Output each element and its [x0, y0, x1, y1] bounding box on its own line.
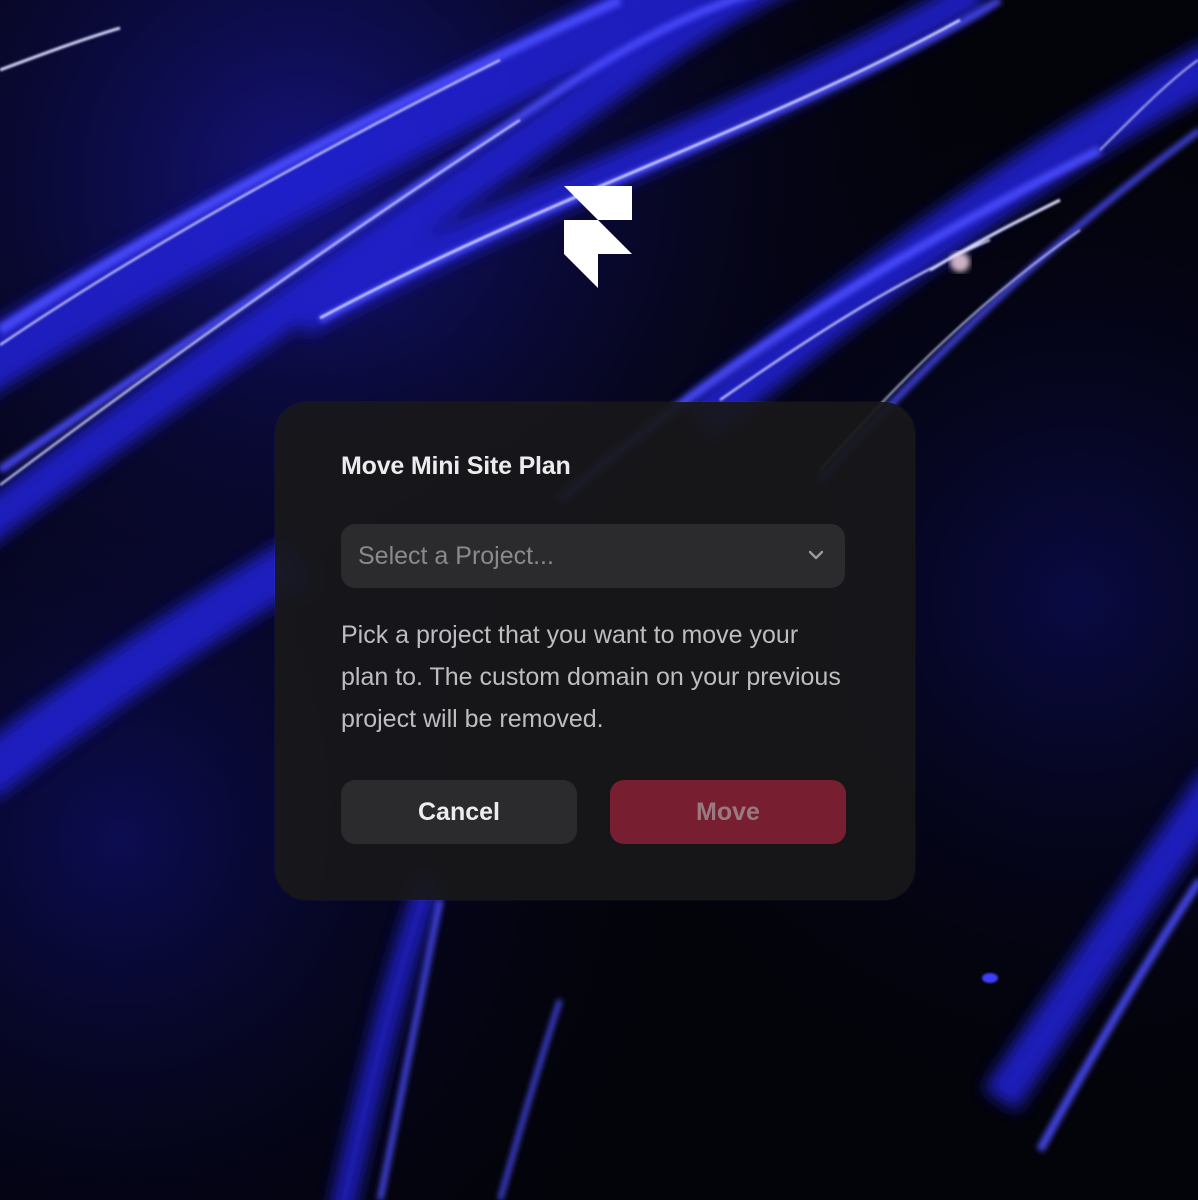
chevron-down-icon: [808, 550, 824, 560]
dialog-title: Move Mini Site Plan: [341, 452, 571, 480]
move-plan-dialog: Move Mini Site Plan Select a Project... …: [275, 402, 915, 900]
project-select[interactable]: Select a Project...: [341, 524, 845, 588]
move-button[interactable]: Move: [610, 780, 846, 844]
project-select-placeholder: Select a Project...: [358, 542, 554, 570]
dialog-description: Pick a project that you want to move you…: [341, 621, 841, 733]
framer-logo: [564, 186, 632, 288]
cancel-button[interactable]: Cancel: [341, 780, 577, 844]
